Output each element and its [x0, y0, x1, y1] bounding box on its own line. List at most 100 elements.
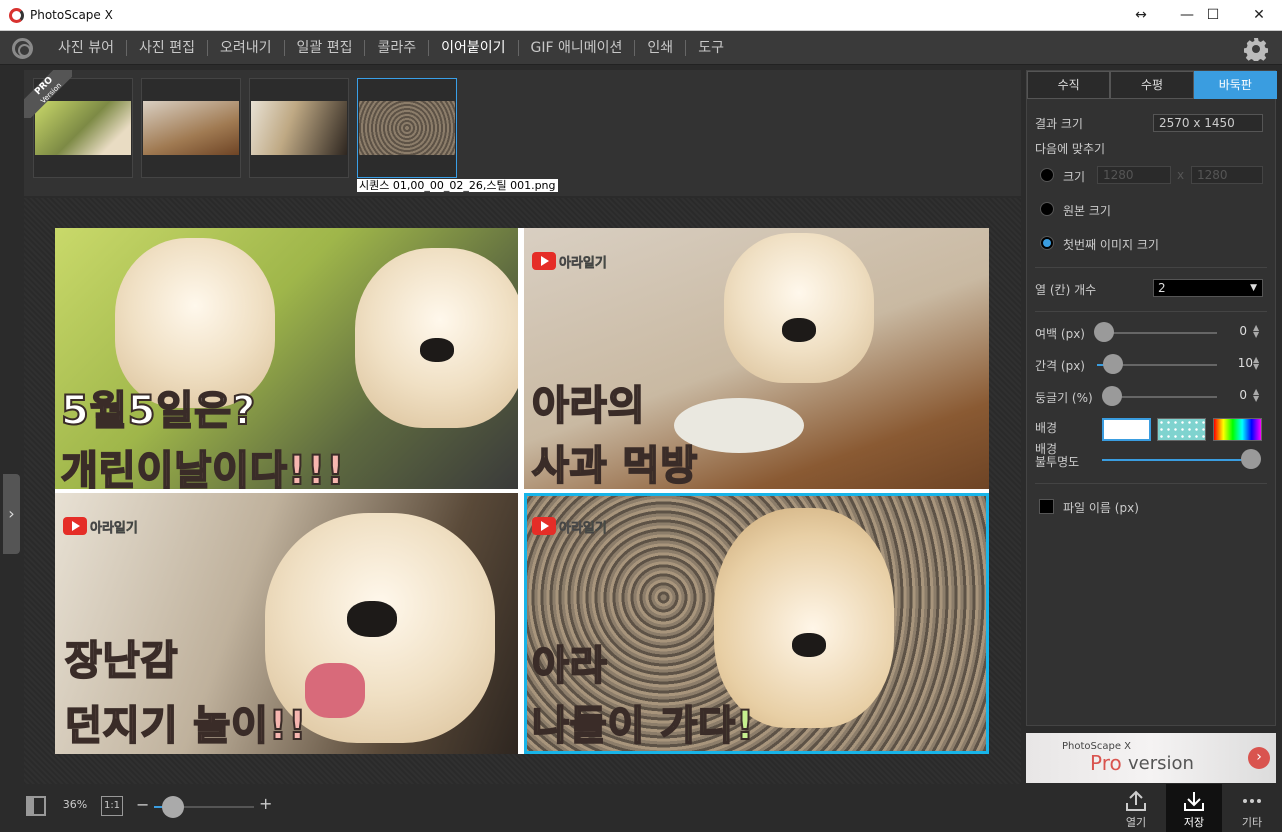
caption-line-2: 개린이날이다!!! — [60, 447, 346, 489]
background-white-swatch[interactable] — [1102, 418, 1151, 441]
menu-items: 사진 뷰어 사진 편집 오려내기 일괄 편집 콜라주 이어붙이기 GIF 애니메… — [46, 31, 736, 65]
caption-line-1: 아라 — [531, 642, 608, 690]
columns-select[interactable]: 2 ▼ — [1153, 279, 1263, 297]
tab-grid[interactable]: 바둑판 — [1193, 71, 1277, 99]
zoom-slider-knob[interactable] — [162, 796, 184, 818]
menu-print[interactable]: 인쇄 — [635, 40, 687, 56]
bg-opacity-slider[interactable] — [1102, 459, 1250, 461]
save-label: 저장 — [1183, 816, 1205, 829]
first-image-size-radio[interactable] — [1040, 236, 1054, 250]
divider — [1035, 267, 1267, 268]
background-pattern-swatch[interactable] — [1157, 418, 1206, 441]
bg-opacity-slider-knob[interactable] — [1241, 449, 1261, 469]
first-image-size-label: 첫번째 이미지 크기 — [1063, 238, 1159, 252]
more-label: 기타 — [1241, 816, 1263, 829]
dog-illustration — [724, 233, 874, 383]
background-label: 배경 — [1035, 421, 1058, 435]
maximize-button[interactable]: ☐ — [1190, 0, 1236, 31]
close-button[interactable]: ✕ — [1236, 0, 1282, 31]
resize-icon[interactable]: ↔ — [1118, 0, 1164, 31]
caption-line-1: 5월5일은? — [60, 387, 257, 435]
app-logo-icon — [9, 8, 24, 23]
menu-combine[interactable]: 이어붙이기 — [429, 40, 519, 56]
size-radio[interactable] — [1040, 168, 1054, 182]
menu-gif[interactable]: GIF 애니메이션 — [519, 40, 636, 56]
height-input[interactable]: 1280 — [1191, 166, 1263, 184]
margin-slider[interactable] — [1103, 332, 1217, 334]
collage-cell-1[interactable]: 5월5일은? 개린이날이다!!! — [55, 228, 518, 489]
roundness-spinner[interactable]: ▲ ▼ — [1253, 388, 1259, 403]
youtube-icon — [532, 517, 556, 535]
zoom-in-button[interactable]: + — [259, 794, 272, 813]
menu-bar: 사진 뷰어 사진 편집 오려내기 일괄 편집 콜라주 이어붙이기 GIF 애니메… — [0, 31, 1282, 65]
watermark-brand: 아라 — [559, 520, 583, 536]
watermark-text: 아라일기 — [559, 517, 607, 536]
menu-photo-viewer[interactable]: 사진 뷰어 — [46, 40, 127, 56]
home-icon[interactable] — [12, 38, 33, 59]
watermark-brand: 아라 — [90, 520, 114, 536]
menu-photo-editor[interactable]: 사진 편집 — [127, 40, 208, 56]
roundness-label: 둥글기 (%) — [1035, 391, 1093, 405]
collage-cell-4-selected[interactable]: 아라일기 아라 나들이 가다! — [524, 493, 989, 754]
thumbnail-3[interactable] — [249, 78, 349, 178]
result-size-value: 2570 x 1450 — [1153, 114, 1263, 132]
menu-batch[interactable]: 일괄 편집 — [285, 40, 366, 56]
bg-opacity-label-2: 불투명도 — [1035, 455, 1080, 469]
margin-spinner[interactable]: ▲ ▼ — [1253, 324, 1259, 339]
more-button[interactable]: 기타 — [1224, 784, 1280, 832]
expand-left-panel-button[interactable]: › — [3, 474, 20, 554]
chevron-down-icon: ▼ — [1250, 283, 1257, 293]
columns-value: 2 — [1158, 281, 1166, 295]
background-gradient-swatch[interactable] — [1213, 418, 1262, 441]
spacing-slider-knob[interactable] — [1103, 354, 1123, 374]
collage-cell-2[interactable]: 아라일기 아라의 사과 먹방 — [524, 228, 989, 489]
caption-line-2: 던지기 놀이!! — [64, 702, 308, 750]
open-label: 열기 — [1125, 816, 1147, 829]
columns-label: 열 (칸) 개수 — [1035, 283, 1097, 297]
menu-tools[interactable]: 도구 — [686, 40, 736, 56]
tab-horizontal[interactable]: 수평 — [1110, 71, 1194, 99]
actual-size-button[interactable]: 1:1 — [101, 796, 123, 816]
gear-icon[interactable] — [1244, 37, 1268, 61]
collage-cell-3[interactable]: 아라일기 장난감 던지기 놀이!! — [55, 493, 518, 754]
save-button[interactable]: 저장 — [1166, 784, 1222, 832]
roundness-slider[interactable] — [1111, 396, 1217, 398]
open-button[interactable]: 열기 — [1108, 784, 1164, 832]
roundness-slider-knob[interactable] — [1102, 386, 1122, 406]
zoom-out-button[interactable]: − — [136, 795, 149, 814]
dog-tongue — [305, 663, 365, 718]
window-title: PhotoScape X — [30, 8, 113, 22]
left-strip: › — [0, 66, 24, 832]
collage-preview: 5월5일은? 개린이날이다!!! 아라일기 아라의 사과 먹방 아라일기 장난감… — [55, 228, 989, 754]
dog-nose — [782, 318, 816, 342]
filename-checkbox[interactable] — [1039, 499, 1054, 514]
margin-label: 여백 (px) — [1035, 327, 1085, 341]
bg-opacity-label: 배경 불투명도 — [1035, 443, 1079, 469]
thumbnail-2[interactable] — [141, 78, 241, 178]
margin-slider-knob[interactable] — [1094, 322, 1114, 342]
thumbnail-image — [251, 101, 347, 155]
more-icon — [1243, 799, 1261, 803]
caption-line-1: 장난감 — [64, 637, 179, 685]
menu-cut-out[interactable]: 오려내기 — [208, 40, 285, 56]
spacing-value[interactable]: 10 — [1223, 356, 1253, 370]
bg-opacity-label-1: 배경 — [1035, 442, 1058, 456]
arrow-right-icon[interactable]: › — [1248, 747, 1270, 769]
width-input[interactable]: 1280 — [1097, 166, 1171, 184]
tab-vertical[interactable]: 수직 — [1027, 71, 1111, 99]
filename-label: 파일 이름 (px) — [1063, 501, 1139, 515]
result-size-label: 결과 크기 — [1035, 117, 1083, 131]
original-size-radio[interactable] — [1040, 202, 1054, 216]
roundness-value[interactable]: 0 — [1217, 388, 1247, 402]
spacing-spinner[interactable]: ▲ ▼ — [1253, 356, 1259, 371]
margin-value[interactable]: 0 — [1217, 324, 1247, 338]
pro-version-ad[interactable]: PhotoScape X Pro version › — [1026, 733, 1276, 783]
caption-line-1: 아라의 — [531, 382, 646, 430]
thumbnail-4[interactable] — [357, 78, 457, 178]
divider — [1035, 311, 1267, 312]
watermark-suffix: 일기 — [113, 520, 138, 536]
panel-toggle-icon[interactable] — [26, 796, 46, 816]
menu-collage[interactable]: 콜라주 — [365, 40, 430, 56]
title-bar: PhotoScape X ↔ — ☐ ✕ — [0, 0, 1282, 31]
size-times: x — [1177, 168, 1185, 182]
